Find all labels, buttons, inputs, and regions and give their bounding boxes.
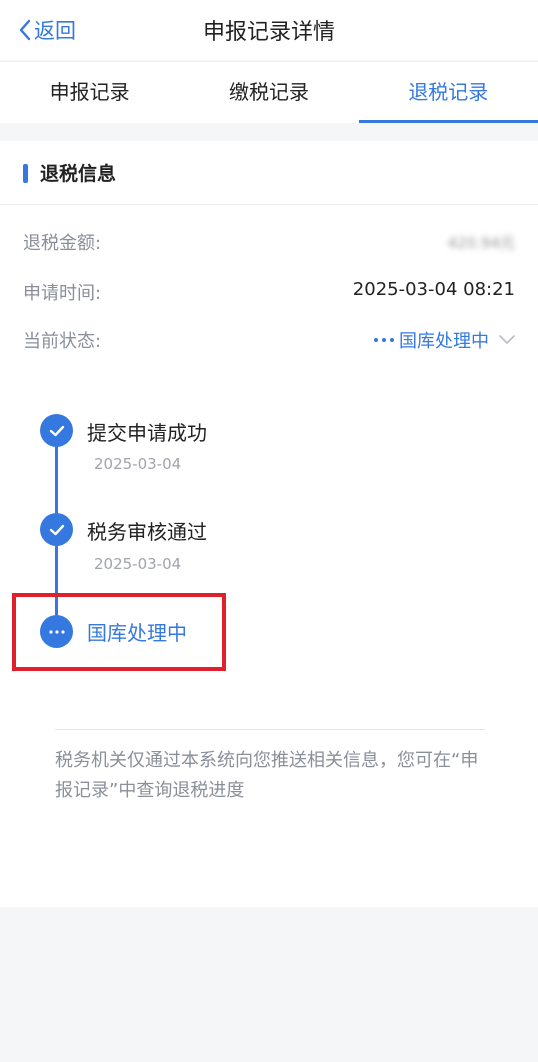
tab-payment-records[interactable]: 缴税记录 (179, 62, 358, 123)
timeline-step-date: 2025-03-04 (94, 555, 182, 573)
tab-declaration-records[interactable]: 申报记录 (0, 62, 179, 123)
page-title: 申报记录详情 (202, 20, 335, 45)
current-status-label: 当前状态: (23, 331, 102, 352)
apply-time-value: 2025-03-04 08:21 (352, 279, 515, 300)
tab-refund-records[interactable]: 退税记录 (358, 62, 538, 123)
apply-time-label: 申请时间: (23, 283, 102, 304)
timeline-step-title: 提交申请成功 (87, 421, 207, 445)
highlight-box (12, 593, 226, 671)
refund-info-card: 退税信息 退税金额: 420.94元 申请时间: 2025-03-04 08:2… (0, 141, 538, 907)
refund-amount-value: 420.94元 (447, 234, 516, 252)
check-icon (40, 513, 73, 546)
divider (55, 729, 485, 730)
check-icon (40, 414, 73, 447)
info-note: 税务机关仅通过本系统向您推送相关信息，您可在“申报记录”中查询退税进度 (55, 750, 479, 801)
more-dots-icon (374, 338, 394, 342)
section-accent-bar (23, 164, 28, 183)
refund-amount-label: 退税金额: (23, 233, 102, 254)
section-header: 退税信息 (0, 141, 538, 205)
timeline-step-date: 2025-03-04 (94, 455, 182, 473)
timeline-step-title: 税务审核通过 (87, 520, 207, 544)
section-title: 退税信息 (40, 163, 117, 185)
current-status-value[interactable]: 国库处理中 (373, 327, 515, 353)
apply-time-row: 申请时间: 2025-03-04 08:21 (23, 277, 515, 307)
current-status-text: 国库处理中 (399, 331, 489, 352)
tab-bar: 申报记录 缴税记录 退税记录 (0, 61, 538, 123)
refund-amount-row: 退税金额: 420.94元 (23, 227, 515, 257)
chevron-down-icon (499, 335, 515, 344)
nav-bar: 返回 申报记录详情 (0, 0, 538, 60)
current-status-row[interactable]: 当前状态: 国库处理中 (23, 325, 515, 355)
